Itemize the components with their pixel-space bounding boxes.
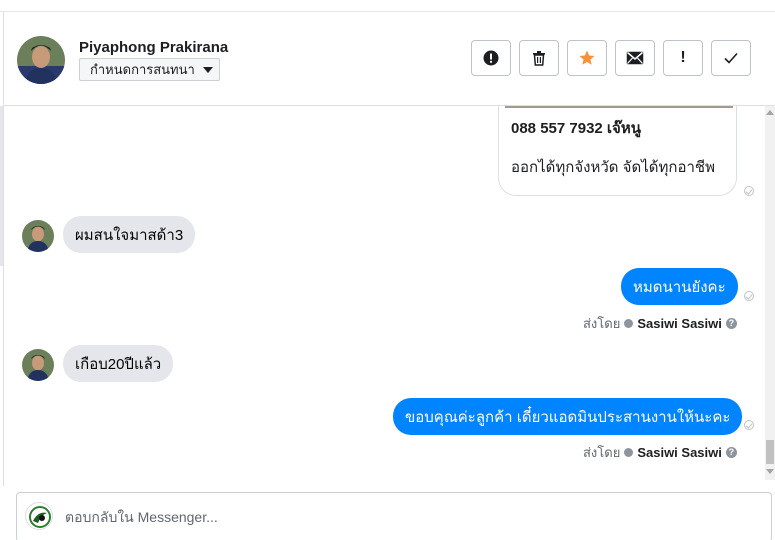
verified-icon	[624, 448, 634, 457]
star-button[interactable]	[567, 40, 607, 76]
alert-circle-icon	[483, 50, 499, 66]
scroll-thumb[interactable]	[766, 440, 774, 464]
reply-input[interactable]	[65, 503, 745, 531]
card-title: 088 557 7932 เจ๊หนู	[511, 120, 641, 137]
sent-by-line: ส่งโดย Sasiwi Sasiwi ?	[583, 313, 737, 334]
help-icon[interactable]: ?	[725, 318, 737, 329]
trash-icon	[533, 51, 545, 66]
card-image	[505, 106, 733, 108]
caret-down-icon	[202, 66, 213, 73]
sent-by-prefix: ส่งโดย	[583, 445, 621, 460]
reply-composer	[16, 492, 772, 540]
conversation-header: Piyaphong Prakirana กำหนดการสนทนา !	[3, 12, 775, 106]
contact-avatar-small[interactable]	[22, 349, 54, 381]
mark-important-button[interactable]: !	[663, 40, 703, 76]
seen-check-icon	[744, 291, 754, 301]
verified-icon	[624, 319, 634, 328]
contact-name[interactable]: Piyaphong Prakirana	[79, 39, 228, 56]
message-thread[interactable]: 088 557 7932 เจ๊หนู ออกได้ทุกจังหวัด จัด…	[3, 106, 765, 486]
star-icon	[579, 50, 595, 65]
sender-name[interactable]: Sasiwi Sasiwi	[637, 316, 722, 331]
assign-conversation-dropdown[interactable]: กำหนดการสนทนา	[79, 58, 220, 81]
scroll-down-arrow-icon[interactable]	[766, 469, 774, 474]
incoming-message[interactable]: ผมสนใจมาสด้า3	[63, 216, 196, 253]
envelope-icon	[626, 51, 644, 65]
top-strip	[0, 0, 775, 12]
seen-check-icon	[744, 420, 754, 430]
mark-done-button[interactable]	[711, 40, 751, 76]
scroll-up-arrow-icon[interactable]	[766, 110, 774, 115]
contact-avatar-small[interactable]	[22, 220, 54, 252]
mark-spam-button[interactable]	[471, 40, 511, 76]
help-icon[interactable]: ?	[725, 447, 737, 458]
checkmark-icon	[724, 52, 738, 64]
sent-by-line: ส่งโดย Sasiwi Sasiwi ?	[583, 442, 737, 463]
incoming-message[interactable]: เกือบ20ปีแล้ว	[63, 345, 174, 382]
page-avatar	[25, 502, 53, 530]
outgoing-message[interactable]: ขอบคุณค่ะลูกค้า เดี๋ยวแอดมินประสานงานให้…	[393, 398, 743, 435]
thread-scrollbar[interactable]	[765, 106, 775, 480]
shared-card-message[interactable]: 088 557 7932 เจ๊หนู ออกได้ทุกจังหวัด จัด…	[498, 106, 737, 196]
seen-check-icon	[744, 186, 754, 196]
assign-conversation-label: กำหนดการสนทนา	[90, 62, 195, 77]
delete-button[interactable]	[519, 40, 559, 76]
sent-by-prefix: ส่งโดย	[583, 316, 621, 331]
header-actions: !	[471, 40, 751, 76]
mark-unread-button[interactable]	[615, 40, 655, 76]
sender-name[interactable]: Sasiwi Sasiwi	[637, 445, 722, 460]
contact-avatar[interactable]	[17, 36, 65, 84]
outgoing-message[interactable]: หมดนานยังคะ	[621, 268, 738, 305]
card-description: ออกได้ทุกจังหวัด จัดได้ทุกอาชีพ	[511, 159, 715, 176]
exclamation-icon: !	[680, 49, 686, 66]
